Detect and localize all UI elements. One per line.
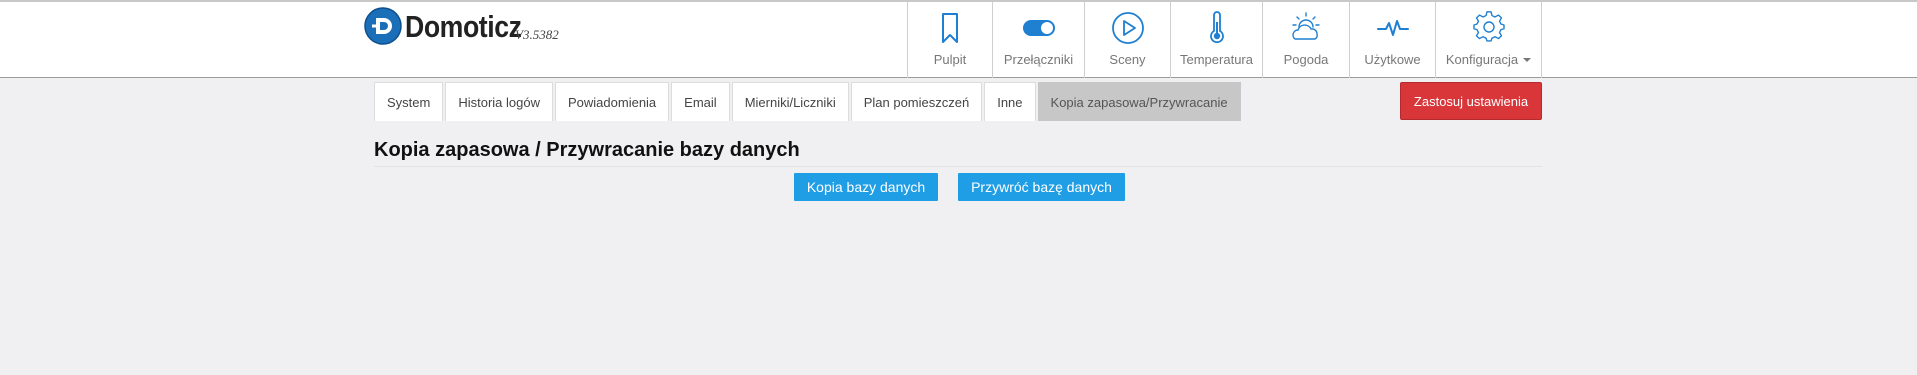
gear-icon bbox=[1472, 11, 1505, 42]
tab-meters-counters[interactable]: Mierniki/Liczniki bbox=[731, 82, 849, 121]
tab-email[interactable]: Email bbox=[671, 82, 730, 121]
tab-notifications[interactable]: Powiadomienia bbox=[555, 82, 670, 121]
nav-label: Pulpit bbox=[933, 52, 967, 67]
main-nav: Pulpit Przełączniki Sceny Temperatura Po… bbox=[907, 2, 1542, 78]
nav-item-temperature[interactable]: Temperatura bbox=[1170, 2, 1262, 78]
weather-sun-cloud-icon bbox=[1292, 12, 1320, 40]
tab-floorplan[interactable]: Plan pomieszczeń bbox=[850, 82, 983, 121]
brand-name: Domoticz bbox=[405, 9, 522, 44]
nav-item-dashboard[interactable]: Pulpit bbox=[907, 2, 992, 78]
domoticz-logo-icon bbox=[364, 7, 402, 45]
nav-item-switches[interactable]: Przełączniki bbox=[992, 2, 1084, 78]
play-circle-icon bbox=[1111, 12, 1144, 44]
nav-label: Temperatura bbox=[1180, 52, 1253, 67]
tab-log-history[interactable]: Historia logów bbox=[445, 82, 553, 121]
page-title: Kopia zapasowa / Przywracanie bazy danyc… bbox=[374, 139, 800, 161]
nav-item-utility[interactable]: Użytkowe bbox=[1349, 2, 1435, 78]
backup-database-button[interactable]: Kopia bazy danych bbox=[794, 173, 938, 201]
nav-label: Użytkowe bbox=[1364, 52, 1421, 67]
nav-label: Konfiguracja bbox=[1445, 52, 1519, 67]
nav-item-weather[interactable]: Pogoda bbox=[1262, 2, 1349, 78]
bookmark-icon bbox=[942, 13, 958, 43]
nav-label-with-caret: Konfiguracja bbox=[1445, 52, 1532, 67]
config-tabs: System Historia logów Powiadomienia Emai… bbox=[374, 82, 1243, 121]
restore-database-button[interactable]: Przywróć bazę danych bbox=[958, 173, 1125, 201]
tab-system[interactable]: System bbox=[374, 82, 444, 121]
nav-label: Pogoda bbox=[1283, 52, 1329, 67]
nav-label: Sceny bbox=[1109, 52, 1146, 67]
apply-settings-button[interactable]: Zastosuj ustawienia bbox=[1400, 82, 1542, 120]
brand-version: V3.5382 bbox=[515, 27, 559, 42]
brand[interactable]: Domoticz V3.5382 bbox=[364, 7, 559, 47]
tab-backup-restore[interactable]: Kopia zapasowa/Przywracanie bbox=[1037, 82, 1241, 121]
top-navbar: Domoticz V3.5382 Pulpit Przełączniki Sce… bbox=[0, 2, 1917, 78]
title-divider bbox=[374, 166, 1542, 167]
caret-down-icon bbox=[1523, 58, 1532, 62]
tab-other[interactable]: Inne bbox=[984, 82, 1036, 121]
thermometer-icon bbox=[1209, 11, 1224, 44]
nav-label: Przełączniki bbox=[1003, 52, 1074, 67]
nav-item-scenes[interactable]: Sceny bbox=[1084, 2, 1170, 78]
nav-item-configuration[interactable]: Konfiguracja bbox=[1435, 2, 1542, 78]
pulse-icon bbox=[1376, 20, 1409, 36]
toggle-switch-icon bbox=[1022, 20, 1055, 36]
